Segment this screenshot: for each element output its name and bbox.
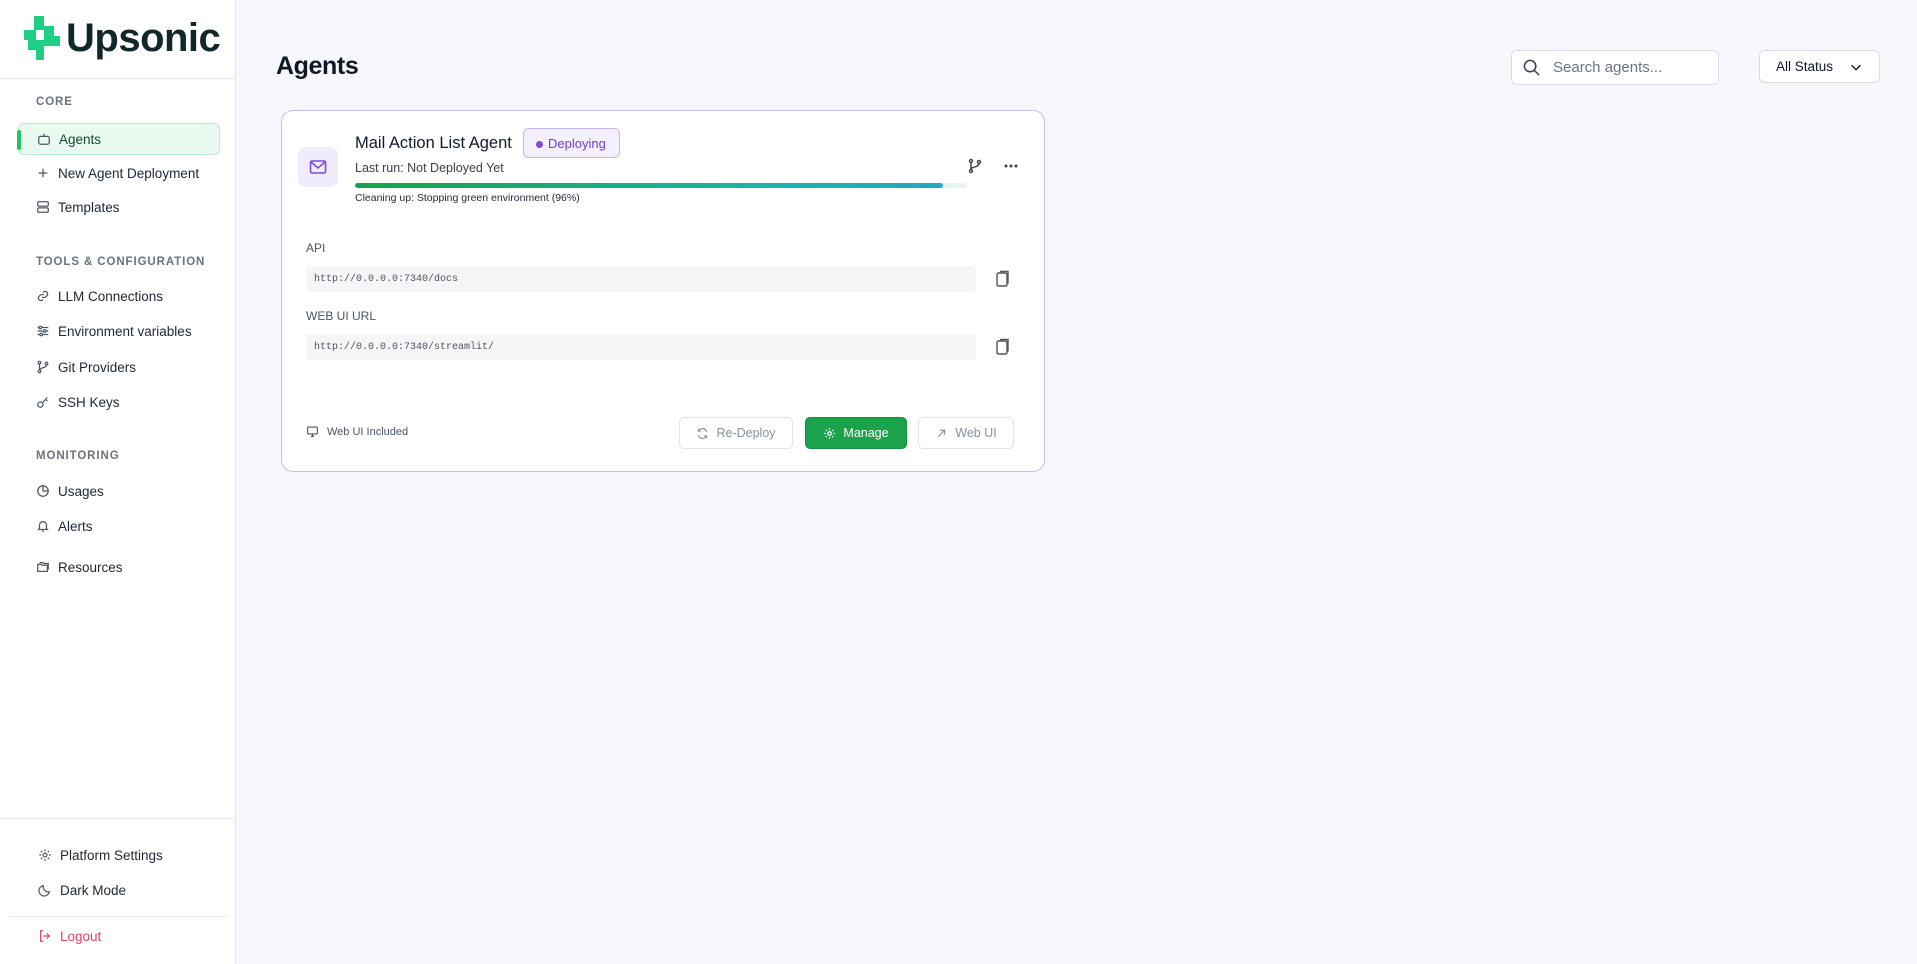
copy-icon <box>996 270 1009 287</box>
api-label: API <box>306 241 326 255</box>
sidebar-item-label: Logout <box>60 928 102 944</box>
section-label-tools: TOOLS & CONFIGURATION <box>36 256 206 268</box>
redeploy-button[interactable]: Re-Deploy <box>679 417 793 449</box>
monitor-icon <box>307 426 318 437</box>
sidebar-item-alerts[interactable]: Alerts <box>18 510 220 542</box>
git-branch-icon <box>968 158 982 174</box>
external-link-icon <box>938 429 946 437</box>
sidebar-item-templates[interactable]: Templates <box>18 191 220 223</box>
webui-button[interactable]: Web UI <box>918 417 1014 449</box>
brand-logo[interactable]: Upsonic <box>24 16 221 60</box>
sidebar-item-git-providers[interactable]: Git Providers <box>18 351 220 383</box>
sidebar-item-logout[interactable]: Logout <box>18 920 220 952</box>
sidebar-item-label: Platform Settings <box>60 847 163 863</box>
sidebar-item-label: Templates <box>58 199 120 215</box>
upsonic-logo-icon <box>24 16 60 60</box>
status-filter-value: All Status <box>1776 59 1834 74</box>
section-label-monitoring: MONITORING <box>36 450 120 462</box>
agent-name[interactable]: Mail Action List Agent <box>355 134 512 153</box>
webui-button-label: Web UI <box>955 426 997 440</box>
sidebar-item-label: Usages <box>58 483 104 499</box>
sidebar-item-usages[interactable]: Usages <box>18 475 220 507</box>
copy-api-url-button[interactable] <box>993 269 1011 289</box>
link-icon <box>36 289 50 303</box>
sidebar-item-resources[interactable]: Resources <box>18 551 220 583</box>
gear-icon <box>38 848 52 862</box>
gear-icon <box>824 427 836 439</box>
divider <box>0 78 235 79</box>
sidebar-item-label: LLM Connections <box>58 288 164 304</box>
agent-avatar <box>298 147 338 187</box>
deploy-progress-bar <box>355 183 967 188</box>
page-title: Agents <box>276 52 359 80</box>
brand-name: Upsonic <box>66 16 221 60</box>
sidebar-item-label: New Agent Deployment <box>58 165 200 181</box>
search-box[interactable] <box>1511 50 1719 85</box>
folders-icon <box>36 560 50 574</box>
sidebar-item-label: Agents <box>59 131 102 147</box>
chevron-down-icon <box>1851 64 1861 71</box>
refresh-icon <box>698 427 708 439</box>
deploy-progress-fill <box>355 183 943 188</box>
git-branch-icon <box>36 360 50 374</box>
sidebar-item-ssh-keys[interactable]: SSH Keys <box>18 386 220 418</box>
sidebar-item-new-agent-deployment[interactable]: New Agent Deployment <box>18 157 220 189</box>
sidebar-item-dark-mode[interactable]: Dark Mode <box>18 874 220 906</box>
moon-icon <box>38 883 52 897</box>
section-label-core: CORE <box>36 96 73 108</box>
search-icon <box>1523 59 1540 76</box>
copy-icon <box>996 338 1009 355</box>
sidebar-item-label: Git Providers <box>58 359 137 375</box>
redeploy-label: Re-Deploy <box>716 426 776 440</box>
mail-icon <box>309 160 327 174</box>
manage-label: Manage <box>843 426 889 440</box>
search-input[interactable] <box>1553 59 1713 76</box>
status-badge: Deploying <box>523 128 620 158</box>
bell-icon <box>36 519 50 533</box>
agent-card[interactable]: Mail Action List Agent Deploying Last ru… <box>281 110 1045 472</box>
sidebar-item-label: Environment variables <box>58 323 192 339</box>
divider <box>0 818 235 819</box>
sidebar-item-platform-settings[interactable]: Platform Settings <box>18 839 220 871</box>
more-horizontal-icon <box>1004 164 1018 168</box>
last-run-text: Last run: Not Deployed Yet <box>355 161 504 175</box>
status-filter-select[interactable]: All Status <box>1759 50 1880 83</box>
sidebar: Upsonic CORE Agents New Agent Deployment… <box>0 0 236 964</box>
sidebar-item-agents[interactable]: Agents <box>17 123 220 155</box>
copy-webui-url-button[interactable] <box>993 337 1011 357</box>
plus-icon <box>36 166 50 180</box>
manage-button[interactable]: Manage <box>805 417 907 449</box>
layout-icon <box>36 200 50 214</box>
sidebar-item-label: Resources <box>58 559 123 575</box>
webui-included-indicator: Web UI Included <box>306 425 408 438</box>
pie-chart-icon <box>36 484 50 498</box>
sidebar-item-label: Dark Mode <box>60 882 127 898</box>
sliders-icon <box>36 324 50 338</box>
webui-url-label: WEB UI URL <box>306 309 377 323</box>
sidebar-item-llm-connections[interactable]: LLM Connections <box>18 280 220 312</box>
more-options-button[interactable] <box>1000 155 1022 177</box>
robot-icon <box>37 132 51 146</box>
git-provider-button[interactable] <box>964 155 986 177</box>
deploy-progress-text: Cleaning up: Stopping green environment … <box>355 192 580 204</box>
sidebar-item-label: Alerts <box>58 518 93 534</box>
sidebar-item-environment-variables[interactable]: Environment variables <box>18 315 220 347</box>
logout-icon <box>38 929 52 943</box>
key-icon <box>36 395 50 409</box>
api-url-field[interactable]: http://0.0.0.0:7340/docs <box>306 266 976 292</box>
divider <box>10 916 228 917</box>
webui-included-text: Web UI Included <box>327 425 409 438</box>
sidebar-item-label: SSH Keys <box>58 394 120 410</box>
webui-url-field[interactable]: http://0.0.0.0:7340/streamlit/ <box>306 334 976 360</box>
